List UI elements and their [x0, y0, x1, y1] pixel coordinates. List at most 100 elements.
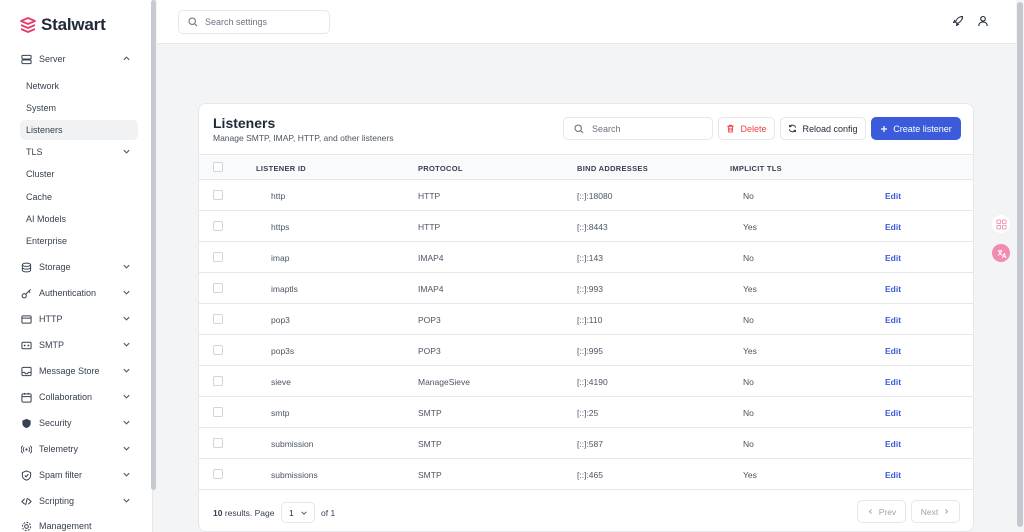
table-row: submission SMTP [::]:587 No Edit: [199, 428, 973, 459]
row-checkbox[interactable]: [213, 190, 223, 200]
sidebar-subitem-label: Enterprise: [26, 236, 68, 246]
column-header-bind-addresses[interactable]: BIND ADDRESSES: [577, 164, 648, 173]
edit-link[interactable]: Edit: [885, 191, 901, 201]
edit-link[interactable]: Edit: [885, 315, 901, 325]
sidebar-item-http[interactable]: HTTP: [16, 308, 138, 330]
listener-id: pop3: [271, 315, 290, 325]
edit-link[interactable]: Edit: [885, 439, 901, 449]
edit-link[interactable]: Edit: [885, 408, 901, 418]
listener-protocol: IMAP4: [418, 253, 444, 263]
calendar-icon: [20, 391, 32, 403]
sidebar-subitem-enterprise[interactable]: Enterprise: [20, 231, 138, 251]
sidebar-subitem-network[interactable]: Network: [20, 76, 138, 96]
sidebar-item-label: Storage: [39, 262, 71, 272]
select-all-checkbox[interactable]: [213, 162, 223, 172]
stalwart-logo-icon: [20, 17, 36, 33]
listener-tls: No: [743, 377, 754, 387]
search-settings-input[interactable]: Search settings: [178, 10, 330, 34]
sidebar-item-label: HTTP: [39, 314, 63, 324]
reload-label: Reload config: [802, 123, 858, 134]
page-scrollbar[interactable]: [1016, 0, 1024, 532]
table-row: pop3 POP3 [::]:110 No Edit: [199, 304, 973, 335]
reload-config-button[interactable]: Reload config: [780, 117, 866, 140]
listener-bind: [::]:995: [577, 346, 603, 356]
sidebar-item-collaboration[interactable]: Collaboration: [16, 386, 138, 408]
sidebar-item-label: SMTP: [39, 340, 65, 350]
edit-link[interactable]: Edit: [885, 377, 901, 387]
sidebar-item-security[interactable]: Security: [16, 412, 138, 434]
sidebar-item-label: Telemetry: [39, 444, 79, 454]
refresh-icon: [789, 124, 797, 133]
floating-grid-button[interactable]: [992, 215, 1010, 233]
delete-button[interactable]: Delete: [718, 117, 775, 140]
listener-id: imaptls: [271, 284, 298, 294]
listener-id: smtp: [271, 408, 290, 418]
sidebar-item-server[interactable]: Server: [16, 48, 138, 70]
sidebar-item-storage[interactable]: Storage: [16, 256, 138, 278]
edit-link[interactable]: Edit: [885, 222, 901, 232]
listener-id: https: [271, 222, 290, 232]
row-checkbox[interactable]: [213, 283, 223, 293]
sidebar-item-smtp[interactable]: SMTP: [16, 334, 138, 356]
column-header-listener-id[interactable]: LISTENER ID: [256, 164, 306, 173]
sidebar-item-message-store[interactable]: Message Store: [16, 360, 138, 382]
floating-translate-button[interactable]: [992, 244, 1010, 262]
rocket-icon[interactable]: [952, 15, 964, 27]
create-label: Create listener: [893, 123, 952, 134]
sidebar-subitem-ai-models[interactable]: AI Models: [20, 209, 138, 229]
row-checkbox[interactable]: [213, 407, 223, 417]
prev-button[interactable]: Prev: [857, 500, 906, 523]
edit-link[interactable]: Edit: [885, 346, 901, 356]
sidebar-item-spam-filter[interactable]: Spam filter: [16, 464, 138, 486]
row-checkbox[interactable]: [213, 252, 223, 262]
chevron-down-icon: [123, 149, 130, 154]
edit-link[interactable]: Edit: [885, 470, 901, 480]
sidebar-item-management[interactable]: Management: [16, 515, 138, 532]
sidebar-subitem-cache[interactable]: Cache: [20, 187, 138, 207]
row-checkbox[interactable]: [213, 345, 223, 355]
code-icon: [20, 495, 32, 507]
sidebar-subitem-label: Cache: [26, 192, 53, 202]
listener-protocol: POP3: [418, 346, 441, 356]
listener-protocol: SMTP: [418, 470, 442, 480]
create-listener-button[interactable]: Create listener: [871, 117, 961, 140]
row-checkbox[interactable]: [213, 469, 223, 479]
chevron-down-icon: [123, 342, 130, 347]
sidebar-item-telemetry[interactable]: Telemetry: [16, 438, 138, 460]
row-checkbox[interactable]: [213, 438, 223, 448]
sidebar-subitem-tls[interactable]: TLS: [20, 142, 138, 162]
column-header-protocol[interactable]: PROTOCOL: [418, 164, 463, 173]
listener-tls: Yes: [743, 284, 757, 294]
logo[interactable]: Stalwart: [19, 15, 106, 35]
table-row: http HTTP [::]:18080 No Edit: [199, 180, 973, 211]
listener-tls: No: [743, 191, 754, 201]
sidebar-subitem-label: TLS: [26, 147, 43, 157]
listener-id: sieve: [271, 377, 291, 387]
sidebar-subitem-system[interactable]: System: [20, 98, 138, 118]
row-checkbox[interactable]: [213, 221, 223, 231]
shield-icon: [20, 417, 32, 429]
column-header-implicit-tls[interactable]: IMPLICIT TLS: [730, 164, 782, 173]
listener-bind: [::]:110: [577, 315, 603, 325]
user-icon[interactable]: [977, 15, 989, 27]
sidebar-subitem-listeners[interactable]: Listeners: [20, 120, 138, 140]
sidebar-subitem-cluster[interactable]: Cluster: [20, 164, 138, 184]
search-placeholder: Search: [592, 123, 621, 134]
sidebar-scrollbar[interactable]: [151, 0, 156, 490]
sidebar-item-scripting[interactable]: Scripting: [16, 490, 138, 512]
edit-link[interactable]: Edit: [885, 284, 901, 294]
sidebar-item-label: Security: [39, 418, 72, 428]
page-select[interactable]: 1: [281, 502, 315, 523]
table-header: LISTENER ID PROTOCOL BIND ADDRESSES IMPL…: [199, 154, 973, 180]
sidebar-item-label: Authentication: [39, 288, 97, 298]
next-button[interactable]: Next: [911, 500, 960, 523]
listener-bind: [::]:8443: [577, 222, 608, 232]
row-checkbox[interactable]: [213, 376, 223, 386]
listener-tls: No: [743, 253, 754, 263]
listener-search-input[interactable]: Search: [563, 117, 713, 140]
row-checkbox[interactable]: [213, 314, 223, 324]
sidebar-item-authentication[interactable]: Authentication: [16, 282, 138, 304]
listener-protocol: HTTP: [418, 222, 441, 232]
chevron-down-icon: [123, 290, 130, 295]
edit-link[interactable]: Edit: [885, 253, 901, 263]
